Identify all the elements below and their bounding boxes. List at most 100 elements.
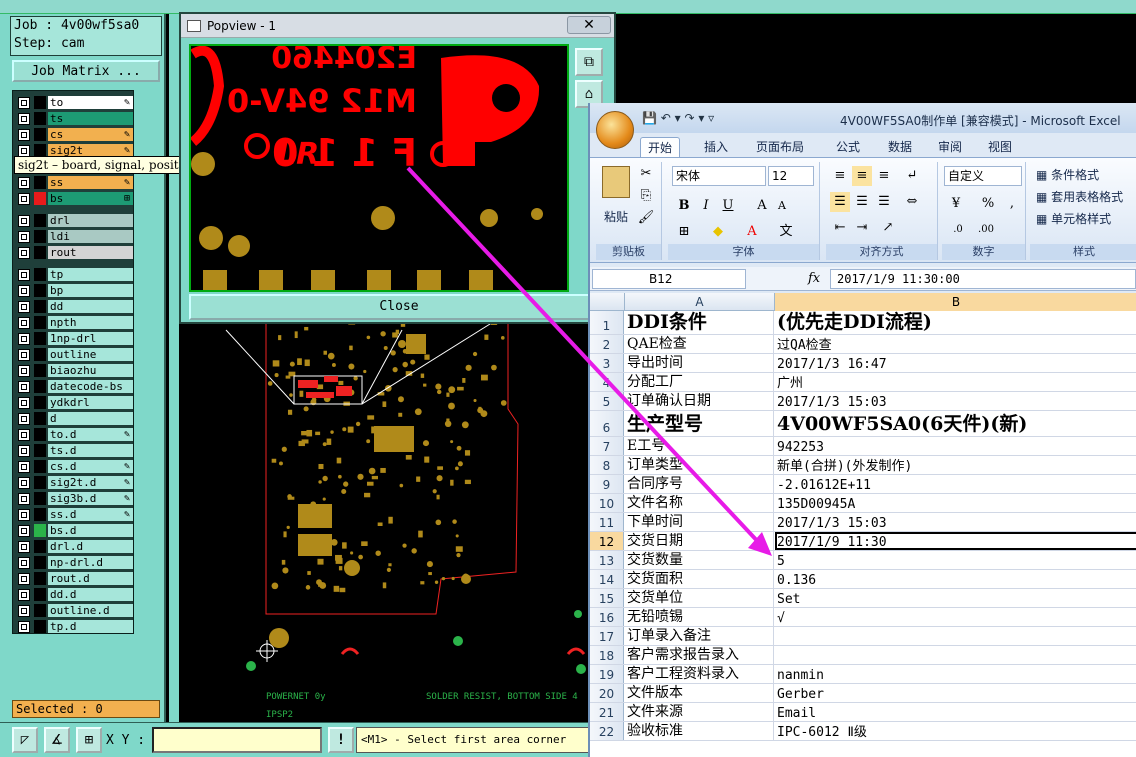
italic-icon[interactable]: I: [696, 196, 716, 216]
layer-name[interactable]: rout.d: [48, 572, 133, 585]
layer-checkbox[interactable]: [18, 396, 30, 409]
row-header[interactable]: 11: [590, 513, 624, 531]
popview-titlebar[interactable]: Popview - 1 ✕: [181, 14, 614, 38]
cell-b[interactable]: 2017/1/3 15:03: [775, 513, 1136, 531]
layer-row[interactable]: ss ✎: [15, 175, 133, 190]
layer-checkbox[interactable]: [18, 364, 30, 377]
layer-checkbox[interactable]: [18, 620, 30, 633]
layer-checkbox[interactable]: [18, 492, 30, 505]
layer-name[interactable]: cs ✎: [48, 128, 133, 141]
layer-name[interactable]: ts.d: [48, 444, 133, 457]
layer-row[interactable]: to ✎: [15, 95, 133, 110]
cell-b[interactable]: [775, 646, 1136, 664]
row-header[interactable]: 10: [590, 494, 624, 512]
layer-name[interactable]: bs ⊞: [48, 192, 133, 205]
indent-decrease-icon[interactable]: ⇤: [830, 218, 850, 238]
layer-row[interactable]: cs ✎: [15, 127, 133, 142]
grow-font-icon[interactable]: A: [752, 196, 772, 216]
layer-checkbox[interactable]: [18, 112, 30, 125]
layer-checkbox[interactable]: [18, 556, 30, 569]
excel-titlebar[interactable]: 💾 ↶ ▾ ↷ ▾ ▿ 4V00WF5SA0制作单 [兼容模式] - Micro…: [590, 103, 1136, 133]
layer-name[interactable]: sig2t.d ✎: [48, 476, 133, 489]
cell-b[interactable]: √: [775, 608, 1136, 626]
layer-name[interactable]: to ✎: [48, 96, 133, 109]
layer-checkbox[interactable]: [18, 214, 30, 227]
row-header[interactable]: 2: [590, 335, 624, 353]
xy-input[interactable]: [152, 727, 322, 753]
layer-color-swatch[interactable]: [34, 460, 46, 473]
layer-name[interactable]: np-drl.d: [48, 556, 133, 569]
layer-color-swatch[interactable]: [34, 572, 46, 585]
layer-row[interactable]: ts.d: [15, 443, 133, 458]
layer-color-swatch[interactable]: [34, 268, 46, 281]
cell-styles-button[interactable]: ▦ 单元格样式: [1036, 210, 1111, 227]
cell-b[interactable]: nanmin: [775, 665, 1136, 683]
layer-row[interactable]: bs ⊞: [15, 191, 133, 206]
comma-icon[interactable]: ,: [1002, 194, 1022, 214]
cell-a[interactable]: DDI条件: [626, 311, 774, 334]
layer-checkbox[interactable]: [18, 588, 30, 601]
cell-a[interactable]: 订单类型: [626, 456, 774, 474]
layer-name[interactable]: biaozhu: [48, 364, 133, 377]
layer-color-swatch[interactable]: [34, 230, 46, 243]
layer-name[interactable]: ts: [48, 112, 133, 125]
align-top-icon[interactable]: ≡: [830, 166, 850, 186]
cell-b[interactable]: 0.136: [775, 570, 1136, 588]
percent-icon[interactable]: %: [978, 194, 998, 214]
formula-input[interactable]: 2017/1/9 11:30:00: [830, 269, 1136, 289]
row-header[interactable]: 13: [590, 551, 624, 569]
phonetic-icon[interactable]: 文: [776, 222, 796, 242]
row-header[interactable]: 15: [590, 589, 624, 607]
cell-b[interactable]: (优先走DDI流程): [775, 311, 1136, 334]
ribbon-tab[interactable]: 插入: [696, 137, 736, 157]
layer-color-swatch[interactable]: [34, 246, 46, 259]
layer-checkbox[interactable]: [18, 246, 30, 259]
layer-color-swatch[interactable]: [34, 364, 46, 377]
cell-b[interactable]: 2017/1/3 15:03: [775, 392, 1136, 410]
ribbon-tab[interactable]: 视图: [978, 137, 1022, 157]
row-header[interactable]: 1: [590, 311, 624, 334]
layer-row[interactable]: rout: [15, 245, 133, 260]
layer-name[interactable]: 1np-drl: [48, 332, 133, 345]
shrink-font-icon[interactable]: A: [772, 196, 792, 216]
wrap-text-icon[interactable]: ↵: [902, 166, 922, 186]
ribbon-tab[interactable]: 审阅: [928, 137, 972, 157]
conditional-format-button[interactable]: ▦ 条件格式: [1036, 166, 1099, 183]
layer-row[interactable]: bp: [15, 283, 133, 298]
popview-zoom-icon[interactable]: ⧉: [575, 48, 603, 76]
align-middle-icon[interactable]: ≡: [852, 166, 872, 186]
layer-color-swatch[interactable]: [34, 524, 46, 537]
layer-row[interactable]: d: [15, 411, 133, 426]
layer-name[interactable]: outline.d: [48, 604, 133, 617]
row-header[interactable]: 3: [590, 354, 624, 372]
row-header[interactable]: 14: [590, 570, 624, 588]
row-header[interactable]: 21: [590, 703, 624, 721]
layer-name[interactable]: outline: [48, 348, 133, 361]
layer-row[interactable]: 1np-drl: [15, 331, 133, 346]
cell-a[interactable]: E工号: [626, 437, 774, 455]
row-header[interactable]: 16: [590, 608, 624, 626]
cell-b[interactable]: 5: [775, 551, 1136, 569]
cell-b[interactable]: 广州: [775, 373, 1136, 391]
close-button[interactable]: Close: [189, 294, 609, 320]
cell-a[interactable]: 客户工程资料录入: [626, 665, 774, 683]
cell-a[interactable]: 文件名称: [626, 494, 774, 512]
layer-name[interactable]: ss.d ✎: [48, 508, 133, 521]
layer-name[interactable]: ldi: [48, 230, 133, 243]
grid-snap-icon[interactable]: ⊞: [76, 727, 102, 753]
layer-checkbox[interactable]: [18, 476, 30, 489]
cell-a[interactable]: 文件版本: [626, 684, 774, 702]
layer-color-swatch[interactable]: [34, 620, 46, 633]
layer-checkbox[interactable]: [18, 380, 30, 393]
row-header[interactable]: 4: [590, 373, 624, 391]
cell-a[interactable]: 交货日期: [626, 532, 774, 550]
row-header[interactable]: 19: [590, 665, 624, 683]
layer-checkbox[interactable]: [18, 460, 30, 473]
layer-row[interactable]: dd: [15, 299, 133, 314]
cell-a[interactable]: QAE检查: [626, 335, 774, 353]
row-header[interactable]: 9: [590, 475, 624, 493]
cell-b[interactable]: 4V00WF5SA0(6天件)(新): [775, 411, 1136, 436]
layer-row[interactable]: drl: [15, 213, 133, 228]
measure-icon[interactable]: ∡: [44, 727, 70, 753]
layer-name[interactable]: d: [48, 412, 133, 425]
